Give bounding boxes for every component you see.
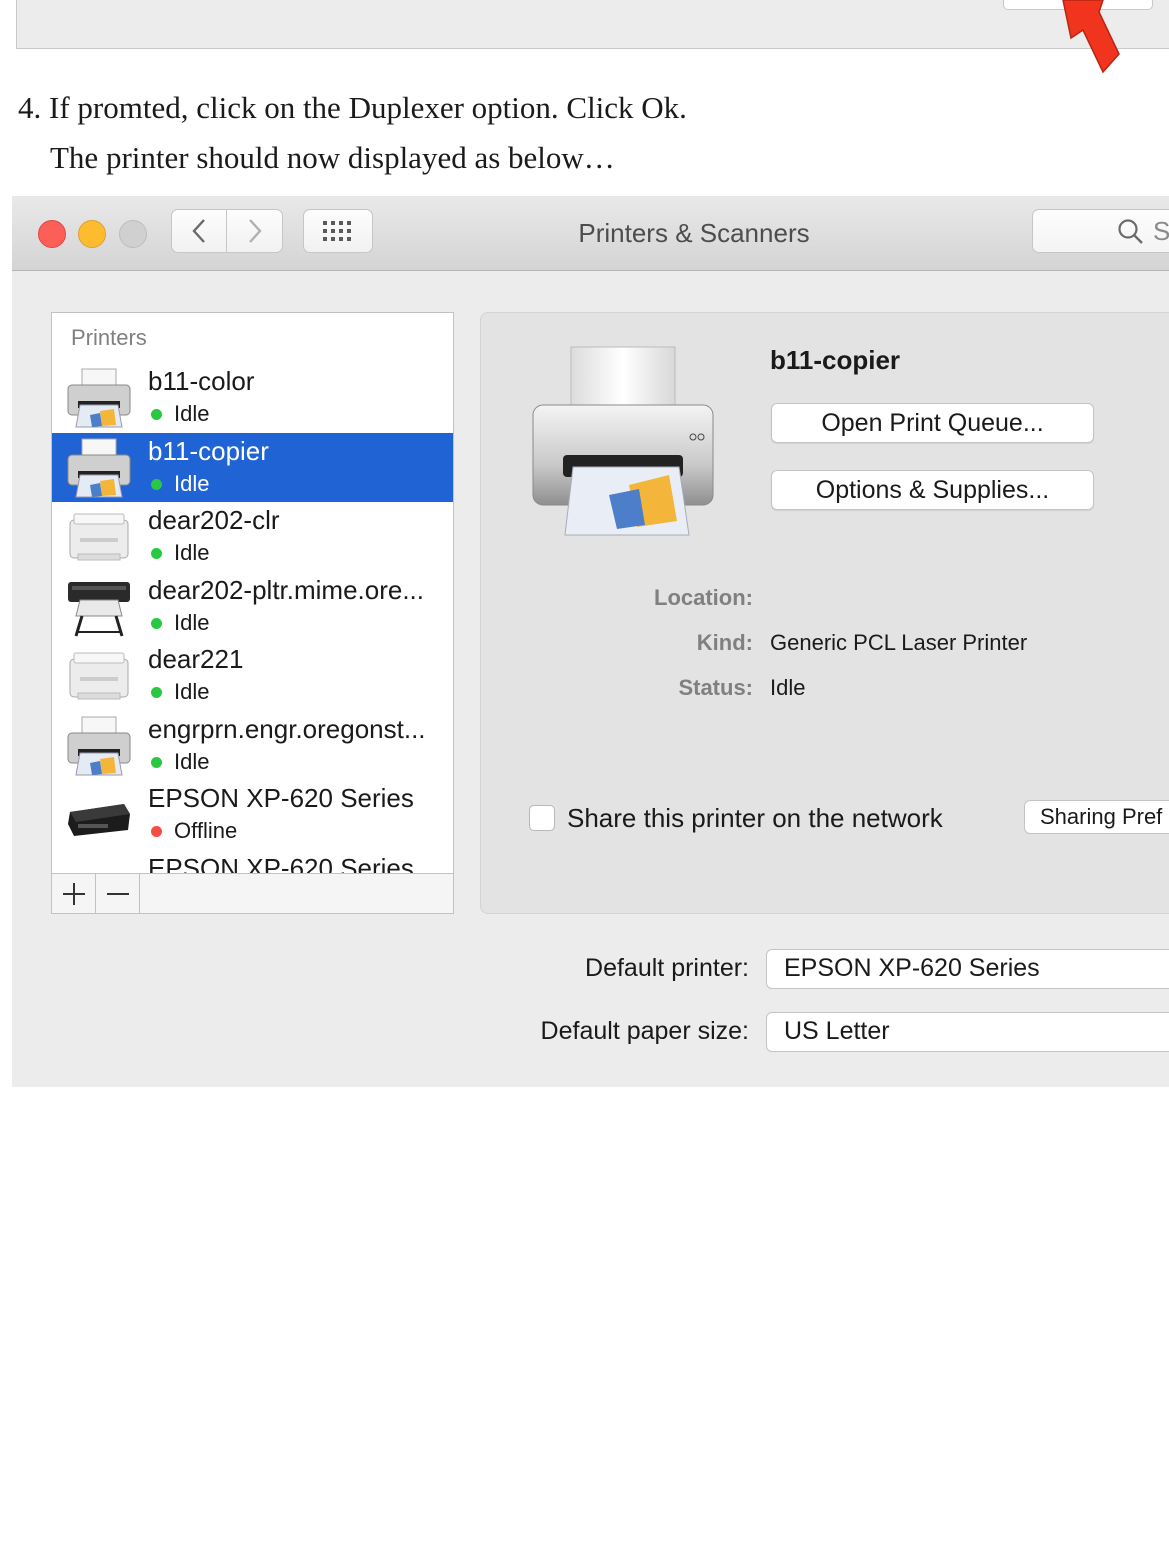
minus-icon: [106, 893, 129, 895]
printer-name: b11-copier: [148, 435, 269, 466]
generic-printer-icon: [66, 506, 132, 568]
printer-status: Idle: [174, 609, 210, 635]
default-printer-label: Default printer:: [585, 954, 749, 982]
status-dot: [151, 826, 162, 837]
default-paper-size-select[interactable]: US Letter: [766, 1012, 1169, 1052]
printer-detail-panel: b11-copier Open Print Queue... Options &…: [480, 312, 1169, 914]
printer-name: b11-color: [148, 366, 255, 396]
printer-list[interactable]: Printers b11-color Idle b11-copier Idle dear…: [51, 312, 454, 914]
status-dot: [151, 617, 162, 629]
printer-row[interactable]: dear221 Idle: [52, 641, 453, 710]
printers-scanners-window: Printers & Scanners S Printers b11-color…: [12, 196, 1169, 1087]
printer-list-footer: [52, 873, 453, 913]
status-dot: [151, 548, 162, 559]
laser-printer-icon: [532, 346, 714, 536]
options-supplies-button[interactable]: Options & Supplies...: [771, 470, 1094, 510]
kind-value: Generic PCL Laser Printer: [770, 630, 1028, 655]
open-print-queue-button[interactable]: Open Print Queue...: [771, 403, 1094, 443]
printer-name: dear221: [148, 644, 244, 674]
instruction-note: The printer should now displayed as belo…: [50, 140, 615, 175]
printer-row[interactable]: b11-copier Idle: [52, 432, 453, 502]
previous-screenshot-fragment: [16, 0, 1169, 49]
printer-list-header: Printers: [71, 325, 147, 350]
laser-printer-icon: [66, 367, 132, 429]
chevron-right-icon: [248, 219, 262, 243]
printer-name: engrprn.engr.oregonst...: [148, 713, 426, 744]
printer-status: Idle: [174, 748, 210, 774]
laser-printer-icon: [66, 715, 132, 777]
red-arrow-icon: [1062, 0, 1120, 74]
generic-printer-icon: [66, 645, 132, 707]
printer-row[interactable]: b11-color Idle: [52, 363, 453, 432]
search-placeholder: S: [1153, 216, 1169, 246]
plotter-icon: [66, 576, 132, 638]
default-paper-size-label: Default paper size:: [540, 1017, 749, 1045]
chevron-left-icon: [192, 219, 205, 243]
printer-name: EPSON XP-620 Series: [148, 783, 414, 813]
status-dot: [151, 478, 162, 490]
printer-status: Idle: [174, 679, 210, 704]
kind-label: Kind:: [696, 630, 753, 655]
minimize-window-button[interactable]: [78, 220, 106, 248]
inkjet-printer-icon: [66, 784, 132, 846]
forward-button[interactable]: [227, 209, 283, 253]
window-title: Printers & Scanners: [578, 218, 810, 248]
status-value: Idle: [770, 675, 806, 700]
printer-status: Idle: [174, 540, 210, 565]
detail-printer-name: b11-copier: [770, 345, 901, 375]
share-printer-label: Share this printer on the network: [567, 803, 943, 833]
close-window-button[interactable]: [38, 220, 66, 248]
show-all-button[interactable]: [303, 209, 373, 253]
printer-name: dear202-clr: [148, 505, 280, 535]
printer-row[interactable]: EPSON XP-620 Series Offline: [52, 780, 453, 849]
status-dot: [151, 756, 162, 768]
sharing-preferences-button[interactable]: Sharing Pref: [1024, 800, 1169, 834]
printer-status: Offline: [174, 818, 238, 843]
remove-printer-button[interactable]: [96, 874, 140, 913]
printer-row[interactable]: engrprn.engr.oregonst... Idle: [52, 711, 453, 780]
title-bar: Printers & Scanners S: [12, 196, 1169, 271]
zoom-window-button[interactable]: [119, 220, 147, 248]
status-dot: [151, 409, 162, 420]
plus-icon: [62, 883, 85, 905]
printer-row[interactable]: dear202-pltr.mime.ore... Idle: [52, 572, 453, 641]
printer-row[interactable]: dear202-clr Idle: [52, 502, 453, 571]
location-label: Location:: [654, 585, 753, 610]
instruction-step: 4. If promted, click on the Duplexer opt…: [18, 90, 687, 125]
search-icon: [1118, 219, 1143, 244]
share-printer-checkbox[interactable]: [529, 805, 555, 831]
printer-status: Idle: [174, 470, 210, 496]
status-dot: [151, 687, 162, 698]
status-label: Status:: [678, 675, 753, 700]
add-printer-button[interactable]: [52, 874, 96, 913]
laser-printer-icon: [66, 437, 132, 499]
back-button[interactable]: [171, 209, 227, 253]
printer-name: dear202-pltr.mime.ore...: [148, 574, 425, 605]
search-field[interactable]: S: [1032, 209, 1169, 253]
grid-icon: [323, 221, 351, 241]
default-printer-select[interactable]: EPSON XP-620 Series: [766, 949, 1169, 989]
printer-status: Idle: [174, 401, 210, 426]
